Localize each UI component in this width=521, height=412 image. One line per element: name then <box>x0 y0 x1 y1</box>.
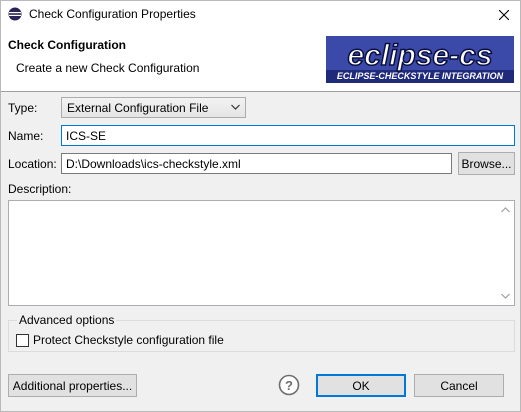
chevron-down-icon <box>231 104 240 110</box>
header-title: Check Configuration <box>8 38 127 52</box>
close-icon <box>499 10 509 20</box>
header-subtitle: Create a new Check Configuration <box>16 61 200 75</box>
eclipse-cs-logo: eclipse-cs ECLIPSE-CHECKSTYLE INTEGRATIO… <box>323 32 517 87</box>
type-dropdown[interactable]: External Configuration File <box>61 97 246 118</box>
additional-properties-button[interactable]: Additional properties... <box>8 374 137 397</box>
title-bar: Check Configuration Properties <box>1 1 520 29</box>
eclipse-icon <box>8 7 22 21</box>
type-label: Type: <box>8 101 38 115</box>
logo-sub-text: ECLIPSE-CHECKSTYLE INTEGRATION <box>337 71 504 81</box>
name-label: Name: <box>8 129 44 143</box>
ok-button[interactable]: OK <box>316 374 406 397</box>
description-label: Description: <box>8 182 72 196</box>
type-dropdown-value: External Configuration File <box>67 101 209 115</box>
close-button[interactable] <box>488 1 520 29</box>
description-field[interactable] <box>8 200 515 306</box>
browse-button[interactable]: Browse... <box>458 152 515 175</box>
svg-text:?: ? <box>285 378 293 393</box>
description-scrollbar[interactable] <box>497 201 514 305</box>
location-label: Location: <box>8 157 57 171</box>
name-field-value: ICS-SE <box>66 129 107 143</box>
advanced-options-legend: Advanced options <box>17 313 117 327</box>
advanced-options-group: Advanced options Protect Checkstyle conf… <box>8 313 515 352</box>
location-field[interactable]: D:\Downloads\ics-checkstyle.xml <box>61 153 452 174</box>
protect-config-label[interactable]: Protect Checkstyle configuration file <box>33 333 224 347</box>
window-title: Check Configuration Properties <box>29 7 196 21</box>
scroll-down-icon[interactable] <box>501 293 510 299</box>
protect-config-checkbox[interactable] <box>16 334 29 347</box>
location-field-value: D:\Downloads\ics-checkstyle.xml <box>66 157 241 171</box>
scroll-up-icon[interactable] <box>501 207 510 213</box>
name-field[interactable]: ICS-SE <box>61 125 515 146</box>
cancel-button[interactable]: Cancel <box>414 374 504 397</box>
help-icon[interactable]: ? <box>278 374 300 396</box>
dialog-window: Check Configuration Properties Check Con… <box>0 0 521 412</box>
logo-main-text: eclipse-cs <box>347 39 492 72</box>
header-separator <box>1 91 520 92</box>
dialog-header: Check Configuration Create a new Check C… <box>1 29 520 91</box>
